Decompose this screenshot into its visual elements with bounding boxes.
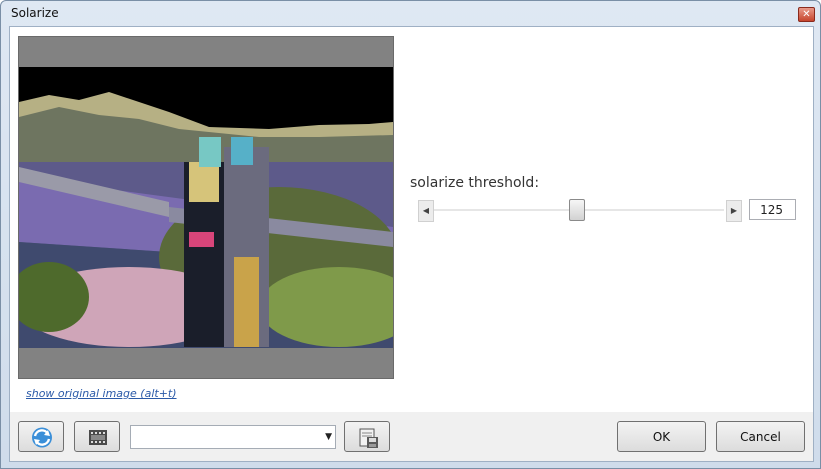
film-button[interactable] (74, 421, 120, 452)
preset-dropdown[interactable]: ▼ (130, 425, 336, 449)
refresh-icon (32, 427, 52, 448)
chevron-down-icon: ▼ (325, 432, 332, 442)
threshold-label: solarize threshold: (410, 175, 540, 191)
save-preset-icon (359, 428, 378, 448)
threshold-value-input[interactable]: 125 (749, 199, 796, 220)
threshold-slider-thumb[interactable] (569, 199, 585, 221)
ok-label: OK (652, 430, 671, 444)
arrow-left-icon: ◀ (422, 206, 430, 215)
close-icon: ✕ (802, 9, 811, 20)
refresh-button[interactable] (18, 421, 64, 452)
film-strip-icon (89, 430, 107, 445)
slider-increment-button[interactable]: ▶ (726, 200, 742, 222)
window-title: Solarize (11, 6, 59, 20)
ok-button[interactable]: OK (617, 421, 706, 452)
preview-frame (18, 36, 394, 379)
slider-decrement-button[interactable]: ◀ (418, 200, 434, 222)
threshold-value: 125 (760, 203, 783, 217)
cancel-label: Cancel (740, 430, 781, 444)
dialog-window: Solarize ✕ show original image (alt+t) s… (0, 0, 821, 469)
preview-image (19, 67, 393, 348)
cancel-button[interactable]: Cancel (716, 421, 805, 452)
close-button[interactable]: ✕ (798, 7, 815, 22)
arrow-right-icon: ▶ (730, 206, 738, 215)
show-original-link[interactable]: show original image (alt+t) (26, 387, 177, 400)
save-preset-button[interactable] (344, 421, 390, 452)
dialog-body: show original image (alt+t) solarize thr… (9, 26, 814, 462)
title-bar: Solarize ✕ (1, 1, 820, 25)
